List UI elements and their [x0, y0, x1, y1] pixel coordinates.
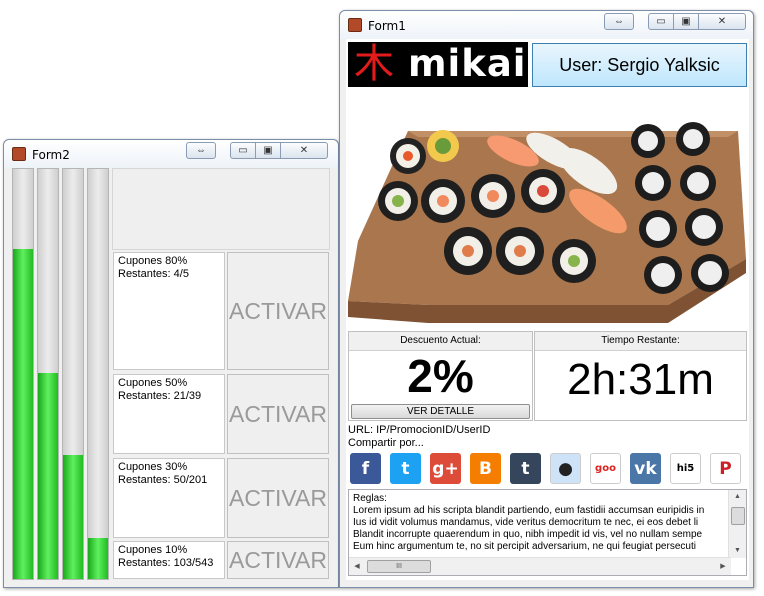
- progress-bar-80: [12, 168, 34, 580]
- minimize-button[interactable]: ▭: [648, 13, 674, 30]
- close-button[interactable]: ✕: [698, 13, 746, 30]
- rules-line: Eum hinc argumentum te, no sit percipit …: [353, 541, 696, 552]
- empty-panel: [112, 168, 330, 250]
- blogger-icon[interactable]: B: [470, 453, 501, 484]
- promo-info-80: Cupones 80% Restantes: 4/5: [113, 252, 225, 370]
- kanji-logo-mark: 木: [354, 41, 394, 87]
- activar-button-10[interactable]: ACTIVAR: [227, 541, 329, 579]
- scroll-up-icon[interactable]: ▲: [729, 490, 746, 504]
- activar-button-80[interactable]: ACTIVAR: [227, 252, 329, 370]
- sushi-photo: [348, 122, 746, 323]
- minimize-icon: ▭: [656, 16, 666, 27]
- promo-line1: Cupones 30%: [118, 461, 188, 473]
- rules-text: Reglas: Lorem ipsum ad his scripta bland…: [353, 493, 726, 553]
- progress-bars-group: [12, 168, 110, 580]
- time-panel: Tiempo Restante: 2h:31m: [534, 331, 747, 421]
- brand-logo: 木 mikai: [348, 42, 528, 87]
- promo-line1: Cupones 80%: [118, 255, 188, 267]
- minimize-icon: ▭: [238, 145, 248, 156]
- promo-line2: Restantes: 21/39: [118, 390, 202, 402]
- scroll-down-icon[interactable]: ▼: [729, 544, 746, 558]
- hscroll-thumb[interactable]: III: [367, 560, 431, 573]
- progress-fill: [13, 249, 33, 579]
- share-icons-row: f t g+ Bt ● goo vk hi5 P: [350, 453, 746, 485]
- close-icon: ✕: [299, 145, 309, 156]
- progress-bar-30: [62, 168, 84, 580]
- rules-line: Lorem ipsum ad his scripta blandit parti…: [353, 505, 705, 516]
- scroll-right-icon[interactable]: ▶: [715, 558, 731, 575]
- promo-line1: Cupones 10%: [118, 544, 188, 556]
- user-button[interactable]: User: Sergio Yalksic: [532, 43, 747, 87]
- form1-title: Form1: [368, 19, 406, 33]
- vk-icon[interactable]: vk: [630, 453, 661, 484]
- rules-textbox[interactable]: Reglas: Lorem ipsum ad his scripta bland…: [348, 489, 747, 576]
- form1-client-area: 木 mikai User: Sergio Yalksic Descuento A…: [346, 39, 749, 580]
- activar-button-30[interactable]: ACTIVAR: [227, 458, 329, 538]
- time-value: 2h:31m: [567, 355, 714, 404]
- discount-panel: Descuento Actual: 2% VER DETALLE: [348, 331, 533, 421]
- form1-titlebar[interactable]: Form1 ⇔ ▭ ▣ ✕: [340, 11, 753, 39]
- progress-bar-10: [87, 168, 109, 580]
- promo-line2: Restantes: 103/543: [118, 557, 214, 569]
- form2-title: Form2: [32, 148, 70, 162]
- discount-label: Descuento Actual:: [349, 332, 532, 351]
- minimize-button[interactable]: ▭: [230, 142, 256, 159]
- rules-heading: Reglas:: [353, 493, 387, 504]
- ver-detalle-button[interactable]: VER DETALLE: [351, 404, 530, 419]
- app-icon: [348, 18, 362, 32]
- form1-window: Form1 ⇔ ▭ ▣ ✕ 木 mikai User: Sergio Yalks…: [339, 10, 754, 588]
- promo-line2: Restantes: 4/5: [118, 268, 189, 280]
- progress-fill: [63, 455, 83, 579]
- activar-button-50[interactable]: ACTIVAR: [227, 374, 329, 454]
- app-icon: [12, 147, 26, 161]
- scroll-left-icon[interactable]: ◀: [349, 558, 365, 575]
- twitter-icon[interactable]: t: [390, 453, 421, 484]
- promo-info-50: Cupones 50% Restantes: 21/39: [113, 374, 225, 454]
- form2-titlebar[interactable]: Form2 ⇔ ▭ ▣ ✕: [4, 140, 338, 168]
- horizontal-scrollbar[interactable]: ◀ III ▶: [349, 557, 731, 575]
- google-plus-icon[interactable]: g+: [430, 453, 461, 484]
- vertical-scrollbar[interactable]: ▲ ▼: [728, 490, 746, 558]
- url-text: URL: IP/PromocionID/UserID: [348, 424, 491, 436]
- share-label: Compartir por...: [348, 437, 424, 449]
- tumblr-icon[interactable]: t: [510, 453, 541, 484]
- form2-window: Form2 ⇔ ▭ ▣ ✕ Cupones 80% Restantes: 4/5…: [3, 139, 339, 588]
- pinterest-icon[interactable]: P: [710, 453, 741, 484]
- close-icon: ✕: [717, 16, 727, 27]
- form2-client-area: Cupones 80% Restantes: 4/5 ACTIVAR Cupon…: [10, 168, 332, 580]
- scroll-thumb[interactable]: [731, 507, 745, 525]
- restore-icon: ▣: [681, 16, 691, 27]
- facebook-icon[interactable]: f: [350, 453, 381, 484]
- reddit-icon[interactable]: ●: [550, 453, 581, 484]
- rules-line: Blandit incorrupte quaerendum in quo, ni…: [353, 529, 703, 540]
- progress-fill: [38, 373, 58, 579]
- close-button[interactable]: ✕: [280, 142, 328, 159]
- rules-line: Ius id vidit volumus mandamus, vide veri…: [353, 517, 699, 528]
- restore-button[interactable]: ▣: [255, 142, 281, 159]
- promo-line2: Restantes: 50/201: [118, 474, 208, 486]
- restore-button[interactable]: ▣: [673, 13, 699, 30]
- promo-info-30: Cupones 30% Restantes: 50/201: [113, 458, 225, 538]
- restore-icon: ▣: [263, 145, 273, 156]
- promo-line1: Cupones 50%: [118, 377, 188, 389]
- discount-value: 2%: [407, 350, 474, 402]
- brand-name: mikai: [408, 42, 527, 85]
- progress-fill: [88, 538, 108, 579]
- resize-arrows-icon[interactable]: ⇔: [186, 142, 216, 159]
- time-label: Tiempo Restante:: [535, 332, 746, 351]
- progress-bar-50: [37, 168, 59, 580]
- hi5-icon[interactable]: hi5: [670, 453, 701, 484]
- goo-icon[interactable]: goo: [590, 453, 621, 484]
- resize-arrows-icon[interactable]: ⇔: [604, 13, 634, 30]
- promo-info-10: Cupones 10% Restantes: 103/543: [113, 541, 225, 579]
